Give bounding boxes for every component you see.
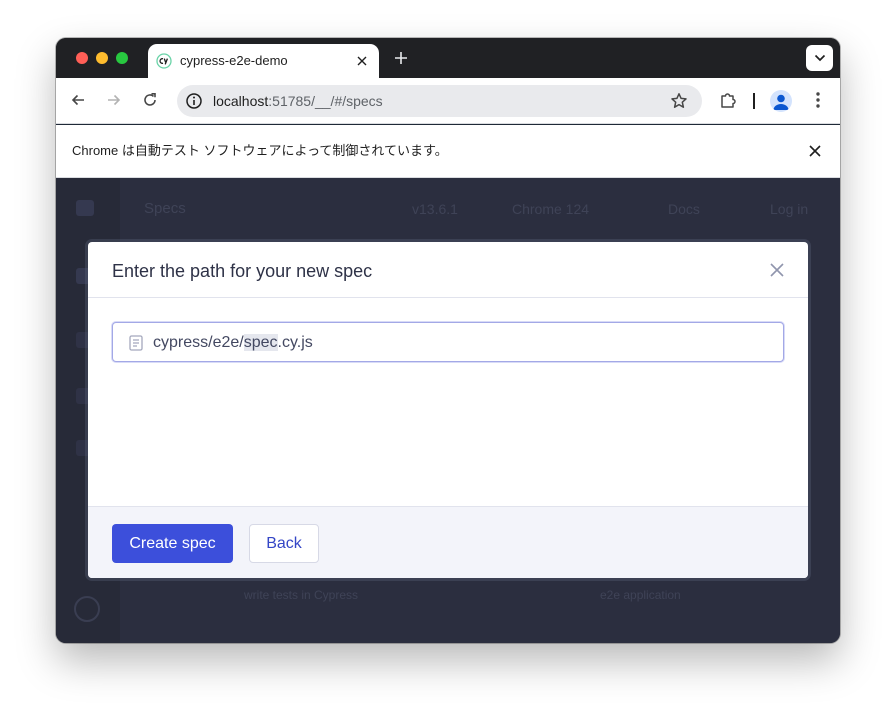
window-zoom-button[interactable] (116, 52, 128, 64)
browser-window: cypress-e2e-demo localhost:51785/__/#/sp… (56, 38, 840, 643)
back-button[interactable]: Back (249, 524, 319, 563)
new-tab-plus-icon[interactable] (390, 47, 412, 69)
browser-toolbar: localhost:51785/__/#/specs (56, 78, 840, 124)
infobar-message: Chrome は自動テスト ソフトウェアによって制御されています。 (72, 143, 448, 158)
app-card-caption-right: e2e application (600, 588, 681, 602)
app-card-caption-left: write tests in Cypress (244, 588, 359, 602)
profile-avatar[interactable] (770, 90, 792, 112)
url-text: localhost:51785/__/#/specs (213, 93, 383, 109)
forward-arrow-icon[interactable] (103, 89, 125, 111)
create-spec-modal: Enter the path for your new spec cypress… (88, 242, 808, 578)
automation-infobar: Chrome は自動テスト ソフトウェアによって制御されています。 (56, 125, 840, 178)
app-docs-link: Docs (668, 201, 700, 217)
bookmark-star-icon[interactable] (670, 92, 688, 110)
app-page-title: Specs (144, 200, 186, 217)
infobar-close-icon[interactable] (806, 142, 824, 160)
tab-cypress-e2e-demo[interactable]: cypress-e2e-demo (148, 44, 379, 78)
create-spec-button[interactable]: Create spec (112, 524, 233, 563)
toolbar-divider (753, 93, 755, 109)
extensions-puzzle-icon[interactable] (717, 89, 739, 111)
spec-path-selected-text: spec (243, 334, 278, 351)
window-close-button[interactable] (76, 52, 88, 64)
more-vert-icon[interactable] (807, 89, 829, 111)
spec-path-value: cypress/e2e/spec.cy.js (153, 333, 313, 352)
tab-strip: cypress-e2e-demo (56, 38, 840, 78)
tab-search-chevron-down-icon[interactable] (806, 45, 833, 71)
cypress-logo-icon (156, 53, 172, 69)
window-minimize-button[interactable] (96, 52, 108, 64)
cypress-app-icon (76, 200, 94, 216)
spec-path-suffix: .cy.js (277, 334, 313, 351)
tab-title: cypress-e2e-demo (180, 53, 288, 68)
cypress-logo-icon (74, 596, 100, 622)
spec-path-prefix: cypress/e2e/ (153, 334, 244, 351)
spec-path-input[interactable]: cypress/e2e/spec.cy.js (112, 322, 784, 362)
reload-icon[interactable] (139, 89, 161, 111)
app-version: v13.6.1 (412, 201, 458, 217)
modal-close-icon[interactable] (767, 260, 787, 280)
app-login-link: Log in (770, 201, 809, 217)
site-info-icon[interactable] (185, 92, 203, 110)
modal-header: Enter the path for your new spec (88, 242, 808, 298)
modal-title: Enter the path for your new spec (112, 261, 373, 281)
app-browser: Chrome 124 (512, 201, 590, 217)
address-bar[interactable]: localhost:51785/__/#/specs (177, 85, 702, 117)
modal-footer: Create spec Back (88, 506, 808, 578)
tab-close-icon[interactable] (353, 52, 371, 70)
url-host: localhost (213, 93, 269, 109)
document-icon (129, 335, 143, 351)
url-path: :51785/__/#/specs (268, 93, 383, 109)
back-arrow-icon[interactable] (67, 89, 89, 111)
